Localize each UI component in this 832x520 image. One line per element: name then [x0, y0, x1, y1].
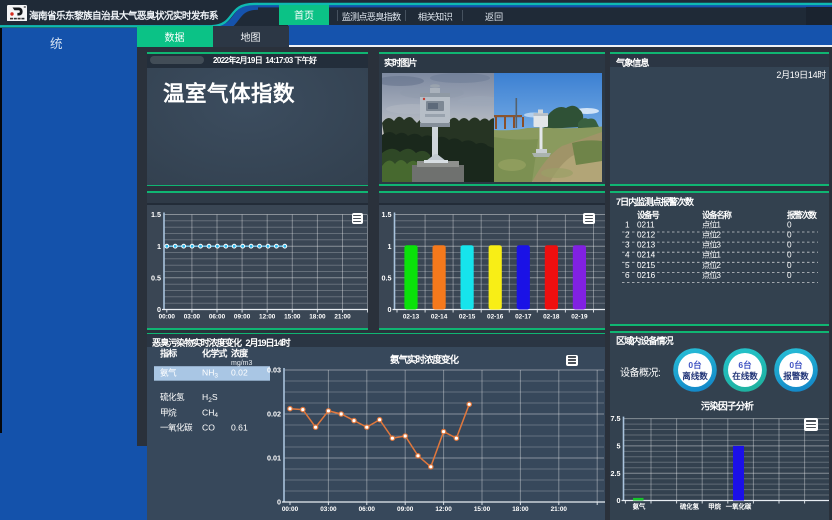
svg-text:0.02: 0.02 — [267, 410, 281, 419]
svg-text:02-17: 02-17 — [515, 314, 532, 321]
svg-text:0台: 0台 — [688, 360, 702, 370]
svg-text:21:00: 21:00 — [334, 314, 351, 321]
svg-text:0: 0 — [787, 261, 792, 270]
svg-text:0台: 0台 — [789, 360, 803, 370]
svg-text:硫化氢: 硫化氢 — [680, 502, 700, 511]
svg-text:0.5: 0.5 — [151, 273, 161, 282]
svg-text:甲烷: 甲烷 — [708, 502, 721, 511]
svg-text:02-16: 02-16 — [487, 314, 504, 321]
svg-text:0211: 0211 — [637, 220, 655, 229]
svg-text:化学式: 化学式 — [202, 348, 227, 359]
svg-text:1: 1 — [625, 220, 630, 229]
svg-text:mg/m3: mg/m3 — [231, 360, 253, 367]
svg-text:03:00: 03:00 — [184, 314, 201, 321]
svg-text:点位3: 点位3 — [702, 240, 721, 250]
svg-text:0.61: 0.61 — [231, 422, 248, 432]
svg-text:06:00: 06:00 — [209, 314, 226, 321]
svg-text:0215: 0215 — [637, 261, 656, 270]
svg-text:硫化氢: 硫化氢 — [160, 391, 185, 402]
svg-text:0: 0 — [787, 251, 792, 260]
svg-text:15:00: 15:00 — [284, 314, 301, 321]
svg-text:15:00: 15:00 — [474, 506, 491, 513]
svg-text:点位3: 点位3 — [702, 270, 721, 280]
svg-text:1.5: 1.5 — [151, 210, 161, 219]
svg-text:1.5: 1.5 — [381, 210, 391, 219]
svg-text:污染因子分析: 污染因子分析 — [701, 401, 755, 413]
svg-text:离线数: 离线数 — [682, 371, 708, 381]
svg-text:02-18: 02-18 — [543, 314, 560, 321]
svg-text:甲烷: 甲烷 — [160, 406, 177, 417]
svg-text:指标: 指标 — [160, 348, 177, 359]
svg-text:21:00: 21:00 — [551, 506, 568, 513]
svg-text:0: 0 — [787, 220, 792, 229]
svg-text:3: 3 — [625, 241, 630, 250]
svg-text:09:00: 09:00 — [397, 506, 414, 513]
svg-text:6: 6 — [625, 271, 630, 280]
svg-text:0216: 0216 — [637, 271, 656, 280]
svg-text:0: 0 — [787, 271, 792, 280]
svg-text:点位2: 点位2 — [702, 230, 721, 240]
svg-text:点位2: 点位2 — [702, 260, 721, 270]
svg-text:报警数: 报警数 — [783, 371, 809, 381]
svg-text:H2S: H2S — [202, 392, 218, 404]
svg-text:氨气: 氨气 — [633, 502, 646, 511]
svg-text:0.01: 0.01 — [267, 454, 281, 463]
svg-text:CO: CO — [202, 422, 215, 432]
svg-text:0: 0 — [617, 496, 621, 505]
svg-text:02-19: 02-19 — [571, 314, 588, 321]
svg-text:1: 1 — [157, 242, 161, 251]
svg-text:0: 0 — [277, 498, 281, 507]
svg-text:12:00: 12:00 — [259, 314, 276, 321]
svg-text:点位1: 点位1 — [702, 219, 721, 229]
svg-text:0: 0 — [787, 241, 792, 250]
svg-text:1: 1 — [387, 242, 391, 251]
svg-text:浓度: 浓度 — [231, 348, 249, 359]
svg-text:0: 0 — [387, 305, 391, 314]
svg-text:0212: 0212 — [637, 231, 656, 240]
svg-text:02-13: 02-13 — [402, 314, 419, 321]
svg-text:设备名称: 设备名称 — [702, 210, 733, 220]
svg-text:7.5: 7.5 — [611, 414, 621, 423]
svg-text:18:00: 18:00 — [512, 506, 529, 513]
svg-text:6台: 6台 — [738, 360, 752, 370]
svg-text:02-14: 02-14 — [430, 314, 447, 321]
svg-text:09:00: 09:00 — [234, 314, 251, 321]
svg-text:CH4: CH4 — [202, 407, 218, 419]
svg-text:00:00: 00:00 — [159, 314, 176, 321]
svg-text:设备号: 设备号 — [637, 210, 659, 220]
svg-text:4: 4 — [625, 251, 630, 260]
svg-text:00:00: 00:00 — [282, 506, 299, 513]
svg-text:氨气: 氨气 — [160, 367, 177, 378]
svg-text:一氧化碳: 一氧化碳 — [726, 502, 752, 511]
svg-text:2.5: 2.5 — [611, 469, 621, 478]
svg-text:5: 5 — [625, 261, 630, 270]
svg-text:0213: 0213 — [637, 241, 656, 250]
svg-text:2: 2 — [625, 231, 630, 240]
svg-text:氨气实时浓度变化: 氨气实时浓度变化 — [390, 354, 460, 366]
svg-text:点位1: 点位1 — [702, 250, 721, 260]
svg-text:12:00: 12:00 — [435, 506, 452, 513]
svg-text:02-15: 02-15 — [458, 314, 475, 321]
svg-text:在线数: 在线数 — [732, 371, 758, 381]
svg-text:报警次数: 报警次数 — [787, 210, 818, 220]
svg-text:0.03: 0.03 — [267, 366, 281, 375]
svg-text:一氧化碳: 一氧化碳 — [160, 421, 193, 432]
svg-text:5: 5 — [617, 442, 621, 451]
svg-text:0.5: 0.5 — [381, 273, 391, 282]
svg-text:0.02: 0.02 — [231, 368, 248, 378]
svg-text:0214: 0214 — [637, 251, 656, 260]
svg-text:03:00: 03:00 — [320, 506, 337, 513]
svg-text:18:00: 18:00 — [309, 314, 326, 321]
svg-text:0: 0 — [787, 231, 792, 240]
svg-text:06:00: 06:00 — [359, 506, 376, 513]
